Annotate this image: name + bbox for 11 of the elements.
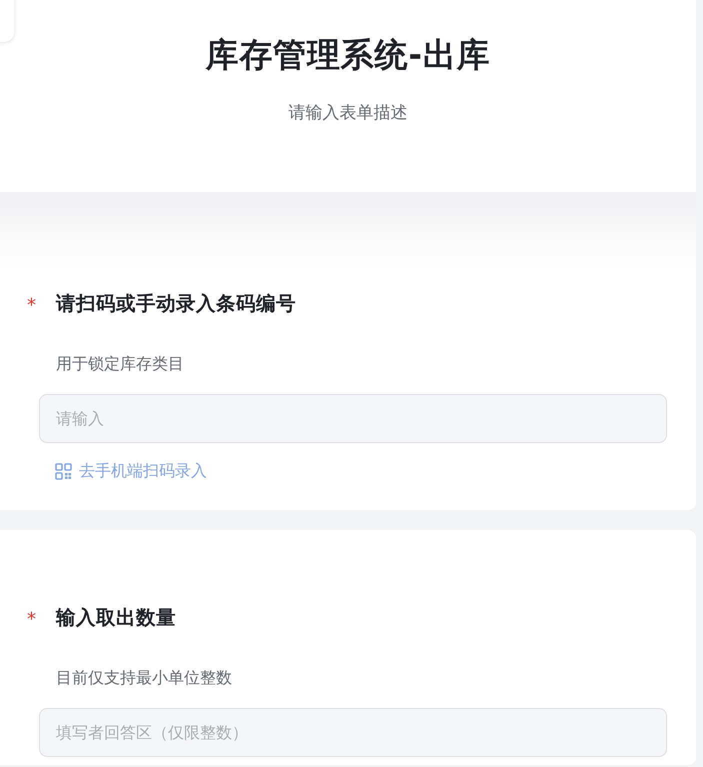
form-title: 库存管理系统-出库 (206, 34, 490, 76)
input-field[interactable]: 请输入 (39, 394, 667, 443)
question-title: 请扫码或手动录入条码编号 (56, 291, 296, 317)
input-field[interactable]: 填写者回答区（仅限整数） (39, 708, 667, 756)
question-title: 输入取出数量 (56, 604, 176, 630)
question-description: 用于锁定库存类目 (55, 353, 185, 375)
required-mark: * (27, 608, 36, 630)
question-description: 目前仅支持最小单位整数 (55, 666, 233, 688)
required-mark: * (27, 294, 36, 316)
qr-code-icon (55, 462, 72, 480)
form-description: 请输入表单描述 (288, 102, 408, 125)
